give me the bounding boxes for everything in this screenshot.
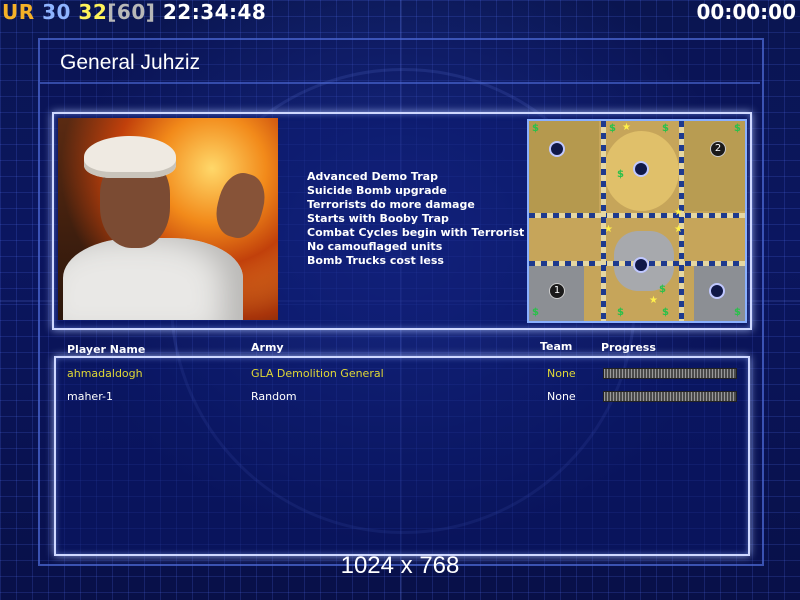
player-row: ahmadaldogh GLA Demolition General None: [0, 367, 800, 385]
hud-bracket-value: [60]: [107, 0, 156, 24]
map-start-position: [633, 257, 649, 273]
map-road: [529, 213, 745, 218]
hud-prefix: UR: [2, 0, 35, 24]
map-supply-icon: $: [532, 123, 539, 134]
map-supply-icon: $: [659, 284, 666, 295]
map-road: [679, 121, 684, 321]
general-title: General Juhziz: [60, 51, 201, 74]
map-supply-icon: $: [662, 123, 669, 134]
player-army: GLA Demolition General: [251, 367, 384, 380]
map-supply-icon: $: [662, 307, 669, 318]
map-zone: [529, 121, 599, 216]
perk-item: No camouflaged units: [307, 240, 443, 253]
map-star-icon: ★: [674, 207, 683, 218]
map-road: [601, 121, 606, 321]
perk-item: Terrorists do more damage: [307, 198, 475, 211]
map-zone: [679, 121, 745, 211]
map-supply-icon: $: [532, 307, 539, 318]
hud-value-a: 30: [42, 0, 71, 24]
map-player-marker: 2: [710, 141, 726, 157]
map-supply-icon: $: [734, 307, 741, 318]
general-portrait: [58, 118, 278, 320]
player-team: None: [547, 367, 576, 380]
player-progress-bar: [603, 368, 737, 379]
map-start-position: [709, 283, 725, 299]
perk-item: Starts with Booby Trap: [307, 212, 449, 225]
map-star-icon: ★: [622, 122, 631, 133]
perk-item: Combat Cycles begin with Terrorist: [307, 226, 525, 239]
perk-item: Bomb Trucks cost less: [307, 254, 444, 267]
player-progress-bar: [603, 391, 737, 402]
portrait-turban: [84, 136, 176, 178]
map-supply-icon: $: [609, 123, 616, 134]
map-star-icon: ★: [674, 224, 683, 235]
header-player-name: Player Name: [67, 343, 146, 356]
map-player-marker: 1: [549, 283, 565, 299]
map-star-icon: ★: [649, 295, 658, 306]
hud-stats: UR 30 32[60] 22:34:48: [2, 0, 266, 24]
map-supply-icon: $: [617, 169, 624, 180]
map-star-icon: ★: [604, 224, 613, 235]
hud-value-b: 32: [78, 0, 108, 24]
hud-timer: 00:00:00: [696, 0, 797, 24]
portrait-hand: [210, 168, 271, 243]
map-supply-icon: $: [734, 123, 741, 134]
general-perks-list: Advanced Demo Trap Suicide Bomb upgrade …: [307, 170, 524, 268]
player-row: maher-1 Random None: [0, 390, 800, 408]
header-progress: Progress: [601, 341, 656, 354]
header-team: Team: [540, 340, 573, 353]
player-team: None: [547, 390, 576, 403]
player-name: maher-1: [67, 390, 113, 403]
map-start-position: [633, 161, 649, 177]
map-supply-icon: $: [617, 307, 624, 318]
player-list-panel: [54, 356, 750, 556]
hud-bar: UR 30 32[60] 22:34:48 00:00:00: [0, 0, 800, 24]
perk-item: Suicide Bomb upgrade: [307, 184, 447, 197]
header-army: Army: [251, 341, 284, 354]
hud-clock: 22:34:48: [162, 0, 267, 24]
map-start-position: [549, 141, 565, 157]
player-army: Random: [251, 390, 297, 403]
resolution-label: 1024 x 768: [340, 552, 460, 579]
portrait-robe: [63, 238, 243, 320]
perk-item: Advanced Demo Trap: [307, 170, 438, 183]
map-preview: 2 1 $ $ $ $ $ $ $ $ $ $ ★ ★ ★ ★ ★: [527, 119, 747, 323]
player-name: ahmadaldogh: [67, 367, 143, 380]
